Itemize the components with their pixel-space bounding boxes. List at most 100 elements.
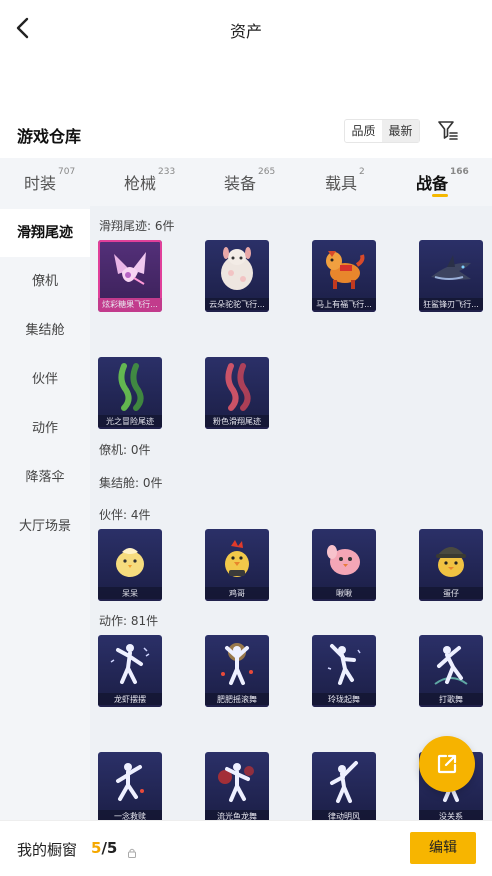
sort-toggle: 品质 最新 bbox=[344, 119, 420, 143]
showcase-bar: 我的橱窗 5/5 编辑 bbox=[0, 820, 492, 876]
item-name: 打歌舞 bbox=[419, 693, 483, 707]
item-card[interactable]: 蛋仔 bbox=[419, 529, 483, 601]
shark-blade-icon bbox=[419, 240, 483, 298]
item-name: 鸡哥 bbox=[205, 587, 269, 601]
item-name: 呆呆 bbox=[98, 587, 162, 601]
tab-fashion[interactable]: 时装707 bbox=[24, 167, 76, 194]
item-card[interactable]: 粉色滑翔尾迹 bbox=[205, 357, 269, 429]
group-label-glide: 滑翔尾迹: 6件 bbox=[99, 219, 175, 233]
lock-icon bbox=[128, 843, 136, 858]
sort-quality-button[interactable]: 品质 bbox=[345, 120, 382, 142]
pink-bird-icon bbox=[312, 529, 376, 587]
item-card[interactable]: 肥肥摇滚舞 bbox=[205, 635, 269, 707]
asset-page: 资产 游戏仓库 品质 最新 时装707 枪械233 装备265 载具2 战备16… bbox=[0, 0, 492, 876]
showcase-label: 我的橱窗 bbox=[17, 841, 78, 859]
warehouse-title: 游戏仓库 bbox=[17, 127, 82, 146]
helmet-chick-icon bbox=[419, 529, 483, 587]
sidebar-item-emote[interactable]: 动作 bbox=[0, 405, 90, 453]
dance-figure-icon bbox=[312, 752, 376, 810]
tab-equipment[interactable]: 装备265 bbox=[224, 167, 276, 194]
share-button[interactable] bbox=[419, 736, 475, 792]
dance-figure-icon bbox=[98, 752, 162, 810]
tab-count: 166 bbox=[450, 167, 469, 177]
item-card[interactable]: 玲珑起舞 bbox=[312, 635, 376, 707]
item-name: 律动明风 bbox=[312, 810, 376, 820]
sidebar-item-pod[interactable]: 集结舱 bbox=[0, 307, 90, 355]
item-card[interactable]: 流光鱼龙舞 bbox=[205, 752, 269, 820]
item-name: 光之冒险尾迹 bbox=[98, 415, 162, 429]
candy-wing-icon bbox=[98, 240, 162, 298]
item-name: 肥肥摇滚舞 bbox=[205, 693, 269, 707]
item-list: 滑翔尾迹: 6件 炫彩糖果飞行... 云朵驼驼飞行... 马上有福飞行... 狂… bbox=[90, 206, 492, 820]
tab-count: 2 bbox=[359, 167, 365, 177]
sidebar-item-wingman[interactable]: 僚机 bbox=[0, 258, 90, 306]
showcase-current: 5 bbox=[91, 839, 102, 857]
showcase-total: 5 bbox=[106, 839, 118, 857]
tab-label: 战备 bbox=[416, 174, 449, 193]
item-card[interactable]: 狂鲨锋刃飞行... bbox=[419, 240, 483, 312]
item-card[interactable]: 光之冒险尾迹 bbox=[98, 357, 162, 429]
item-card[interactable]: 云朵驼驼飞行... bbox=[205, 240, 269, 312]
chick-icon bbox=[98, 529, 162, 587]
tab-label: 枪械 bbox=[124, 174, 157, 193]
tab-guns[interactable]: 枪械233 bbox=[124, 167, 176, 194]
sort-latest-button[interactable]: 最新 bbox=[382, 120, 419, 142]
warehouse-header: 游戏仓库 品质 最新 bbox=[0, 118, 492, 150]
item-name: 炫彩糖果飞行... bbox=[98, 298, 162, 312]
item-card[interactable]: 马上有福飞行... bbox=[312, 240, 376, 312]
item-name: 没关系 bbox=[419, 810, 483, 820]
tab-count: 265 bbox=[258, 167, 276, 177]
subcategory-sidebar: 滑翔尾迹 僚机 集结舱 伙伴 动作 降落伞 大厅场景 bbox=[0, 206, 90, 820]
page-title: 资产 bbox=[229, 22, 262, 41]
external-link-icon bbox=[437, 754, 457, 774]
active-tab-indicator bbox=[432, 194, 448, 197]
sidebar-item-glide-trail[interactable]: 滑翔尾迹 bbox=[0, 209, 90, 257]
dance-figure-icon bbox=[419, 635, 483, 693]
item-name: 马上有福飞行... bbox=[312, 298, 376, 312]
group-label-wingman: 僚机: 0件 bbox=[99, 443, 151, 457]
dance-figure-icon bbox=[205, 635, 269, 693]
tab-label: 装备 bbox=[224, 174, 257, 193]
tab-count: 707 bbox=[58, 167, 76, 177]
item-card[interactable]: 打歌舞 bbox=[419, 635, 483, 707]
item-name: 玲珑起舞 bbox=[312, 693, 376, 707]
item-name: 一念救赎 bbox=[98, 810, 162, 820]
cloud-alpaca-icon bbox=[205, 240, 269, 298]
item-card[interactable]: 鸡哥 bbox=[205, 529, 269, 601]
item-card[interactable]: 龙虾摆摆 bbox=[98, 635, 162, 707]
item-name: 蛋仔 bbox=[419, 587, 483, 601]
sidebar-item-lobby-scene[interactable]: 大厅场景 bbox=[0, 503, 90, 551]
item-card[interactable]: 律动明风 bbox=[312, 752, 376, 820]
dance-figure-icon bbox=[205, 752, 269, 810]
category-tabs: 时装707 枪械233 装备265 载具2 战备166 bbox=[0, 158, 492, 206]
sidebar-item-parachute[interactable]: 降落伞 bbox=[0, 454, 90, 502]
top-bar: 资产 bbox=[0, 0, 492, 58]
pink-trail-icon bbox=[205, 357, 269, 415]
tab-battle-gear[interactable]: 战备166 bbox=[416, 167, 469, 197]
item-name: 狂鲨锋刃飞行... bbox=[419, 298, 483, 312]
rooster-icon bbox=[205, 529, 269, 587]
item-name: 云朵驼驼飞行... bbox=[205, 298, 269, 312]
group-label-pod: 集结舱: 0件 bbox=[99, 476, 163, 490]
edit-button[interactable]: 编辑 bbox=[410, 832, 476, 864]
tab-label: 载具 bbox=[325, 174, 358, 193]
tab-label: 时装 bbox=[24, 174, 57, 193]
showcase-count: 5/5 bbox=[91, 839, 117, 857]
tab-vehicles[interactable]: 载具2 bbox=[325, 167, 365, 194]
dance-figure-icon bbox=[312, 635, 376, 693]
item-card[interactable]: 炫彩糖果飞行... bbox=[98, 240, 162, 312]
item-card[interactable]: 一念救赎 bbox=[98, 752, 162, 820]
green-trail-icon bbox=[98, 357, 162, 415]
sidebar-item-partner[interactable]: 伙伴 bbox=[0, 356, 90, 404]
group-label-partner: 伙伴: 4件 bbox=[99, 508, 151, 522]
item-name: 龙虾摆摆 bbox=[98, 693, 162, 707]
dance-figure-icon bbox=[98, 635, 162, 693]
item-name: 流光鱼龙舞 bbox=[205, 810, 269, 820]
item-card[interactable]: 呆呆 bbox=[98, 529, 162, 601]
lucky-horse-icon bbox=[312, 240, 376, 298]
tab-count: 233 bbox=[158, 167, 176, 177]
filter-icon[interactable] bbox=[437, 119, 459, 141]
item-card[interactable]: 啾啾 bbox=[312, 529, 376, 601]
group-label-emote: 动作: 81件 bbox=[99, 614, 159, 628]
item-name: 啾啾 bbox=[312, 587, 376, 601]
